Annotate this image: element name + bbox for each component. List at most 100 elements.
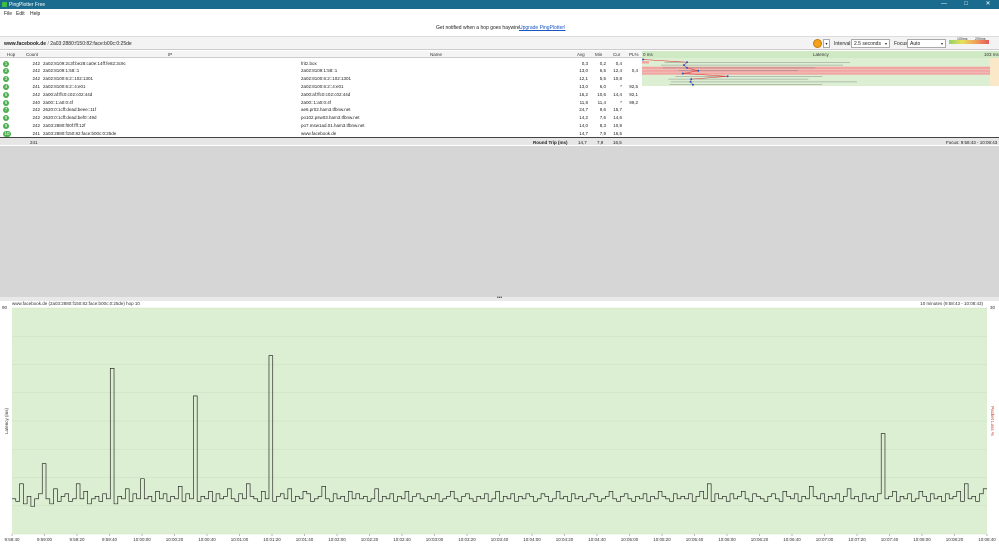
col-name[interactable]: Name: [430, 52, 442, 57]
hop-ip: 2a02:8109:2c3f:be28:ca0e:14ff:fe82:3c9c: [43, 60, 126, 66]
focus-select[interactable]: Auto ▾: [907, 39, 946, 48]
y-axis-max-right: 30: [990, 305, 996, 310]
hop-min: 7,6: [599, 115, 606, 121]
timeline-range: 10 minutes (9:58:43 - 10:08:43): [920, 301, 983, 306]
hop-min: 5,5: [599, 76, 606, 82]
x-tick-label: 10:07:40: [881, 537, 899, 542]
hop-name: 2a00:af:ffc0:c02:c02:44d: [301, 91, 351, 97]
x-tick-label: 10:06:20: [751, 537, 769, 542]
col-ip[interactable]: IP: [168, 52, 172, 57]
hop-row[interactable]: 5 242 2a00:af:ffc0:c02:c02:44d 2a00:af:ffc0…: [0, 90, 641, 98]
hop-row[interactable]: 6 240 2a00::1:a0:0:4f 2a00::1:a0:0:4f 11,8 11…: [0, 98, 641, 106]
x-tick-label: 10:06:00: [718, 537, 736, 542]
interval-select[interactable]: 2.5 seconds ▾: [851, 39, 890, 48]
legend-200ms: 200ms: [975, 37, 986, 41]
hop-row[interactable]: 3 242 2a02:8100:6:2::102:1301 2a02:8100:6:2…: [0, 75, 641, 83]
avg-latency-line: [643, 59, 728, 85]
summary-focus: Focus: 9:58:43 - 10:08:43: [946, 139, 998, 145]
col-cur[interactable]: Cur: [613, 52, 620, 57]
hop-row[interactable]: 7 242 2620:0:1cff:dead:beee::11f ae6.pr02.h…: [0, 106, 641, 114]
hop-row[interactable]: 10 241 2a03:2880:f150:82:face:b00c:0:25de w…: [0, 129, 641, 137]
x-tick-label: 9:59:40: [102, 537, 118, 542]
latency-scale-min: 0 ms: [643, 52, 653, 57]
play-dropdown-button[interactable]: ▾: [823, 39, 830, 48]
target-host[interactable]: www.facebook.de: [4, 41, 46, 47]
close-button[interactable]: ✕: [977, 0, 999, 9]
hop-count: 241: [32, 130, 40, 136]
hop-min: 8,3: [599, 122, 606, 128]
hop-row[interactable]: 8 242 2620:0:1cff:dead:bef0::49d po102.psw0…: [0, 114, 641, 122]
target-toolbar: www.facebook.de / 2a03:2880:f150:82:face…: [0, 37, 999, 50]
latency-graph: [642, 58, 990, 86]
menu-file[interactable]: File: [4, 11, 12, 17]
hop-number-badge: 5: [3, 91, 9, 98]
hop-min: 7,9: [599, 130, 606, 136]
hop-cur: 14,4: [613, 91, 622, 97]
x-tick-label: 10:03:40: [491, 537, 509, 542]
latency-graph-panel[interactable]: [642, 58, 999, 86]
hop-min: 6,0: [599, 83, 606, 89]
avg-latency-point: [691, 83, 694, 86]
target-breadcrumb: www.facebook.de / 2a03:2880:f150:82:face…: [4, 41, 132, 47]
legend-100ms: 100ms: [957, 37, 968, 41]
latency-color-legend: 100ms 200ms: [949, 37, 989, 44]
x-tick-label: 10:02:20: [361, 537, 379, 542]
hop-cur: 10,8: [613, 76, 622, 82]
hop-name: ae6.pr02.ham3.tfbnw.net: [301, 107, 351, 113]
hop-number-badge: 9: [3, 122, 9, 129]
summary-avg: 14,7: [578, 139, 587, 145]
avg-latency-point: [689, 80, 692, 83]
x-tick-label: 10:01:00: [231, 537, 249, 542]
banner-message: Get notified when a hop goes haywire.: [436, 25, 522, 31]
upgrade-link[interactable]: Upgrade PingPlotter!: [519, 25, 565, 31]
menu-edit[interactable]: Edit: [16, 11, 25, 17]
col-count[interactable]: Count: [26, 52, 38, 57]
hop-packet-loss: 92,5: [629, 83, 638, 89]
avg-latency-point: [686, 61, 689, 64]
menu-help[interactable]: Help: [30, 11, 40, 17]
summary-cur: 16,5: [613, 139, 622, 145]
hop-cur: 0,4: [615, 60, 622, 66]
x-tick-label: 10:01:20: [263, 537, 281, 542]
col-hop[interactable]: Hop: [7, 52, 15, 57]
hop-row[interactable]: 4 241 2a02:8100:6:2::4:e01 2a02:8100:6:2::4…: [0, 82, 641, 90]
window-title: PingPlotter Free: [9, 1, 46, 8]
col-pl[interactable]: PL%: [629, 52, 639, 57]
app-icon: [2, 2, 7, 7]
col-avg[interactable]: Avg: [577, 52, 585, 57]
hop-row[interactable]: 2 242 2a02:8109:1:58::1 2a02:8109:1:58::1 13…: [0, 67, 641, 75]
hop-row[interactable]: 9 242 2a03:2880:f00f:fff:12f po7.msw1ad.01.…: [0, 121, 641, 129]
hop-cur: 12,4: [613, 68, 622, 74]
hop-row[interactable]: 1 242 2a02:8109:2c3f:be28:ca0e:14ff:fe82:3…: [0, 59, 641, 67]
hop-number-badge: 8: [3, 115, 9, 122]
hop-number-badge: 2: [3, 68, 9, 75]
avg-latency-point: [682, 64, 685, 67]
hop-count: 242: [32, 68, 40, 74]
hop-packet-loss: 0,4: [631, 68, 638, 74]
hop-packet-loss: 99,2: [629, 99, 638, 105]
avg-latency-point: [686, 66, 689, 69]
summary-row: 241 Round Trip (ms) 14,7 7,9 16,5 Focus:…: [0, 137, 999, 145]
hop-number-badge: 6: [3, 99, 9, 106]
minimize-button[interactable]: —: [933, 0, 955, 9]
upgrade-banner: Get notified when a hop goes haywire. Up…: [0, 18, 999, 37]
summary-label: Round Trip (ms): [533, 139, 568, 145]
avg-latency-point: [681, 72, 684, 75]
hop-name: 2a02:8109:1:58::1: [301, 68, 338, 74]
hop-avg: 11,8: [579, 99, 588, 105]
x-tick-label: 10:08:20: [946, 537, 964, 542]
menu-bar: File Edit Help: [0, 9, 999, 18]
x-tick-label: 10:06:40: [783, 537, 801, 542]
col-min[interactable]: Min: [595, 52, 602, 57]
play-pause-button[interactable]: [813, 39, 822, 48]
x-tick-label: 10:03:00: [426, 537, 444, 542]
hop-packet-loss: 92,1: [629, 91, 638, 97]
x-tick-label: 10:02:40: [393, 537, 411, 542]
hop-cur: *: [620, 99, 622, 105]
x-tick-label: 10:03:20: [458, 537, 476, 542]
maximize-button[interactable]: □: [955, 0, 977, 9]
x-tick-label: 10:04:00: [523, 537, 541, 542]
timeline-chart[interactable]: 9:58:40 9:59:00 9:59:20 9:59:40 10:00:00 10:0…: [0, 301, 999, 546]
interval-label: Interval:: [834, 41, 852, 47]
hop-number-badge: 1: [3, 60, 9, 67]
